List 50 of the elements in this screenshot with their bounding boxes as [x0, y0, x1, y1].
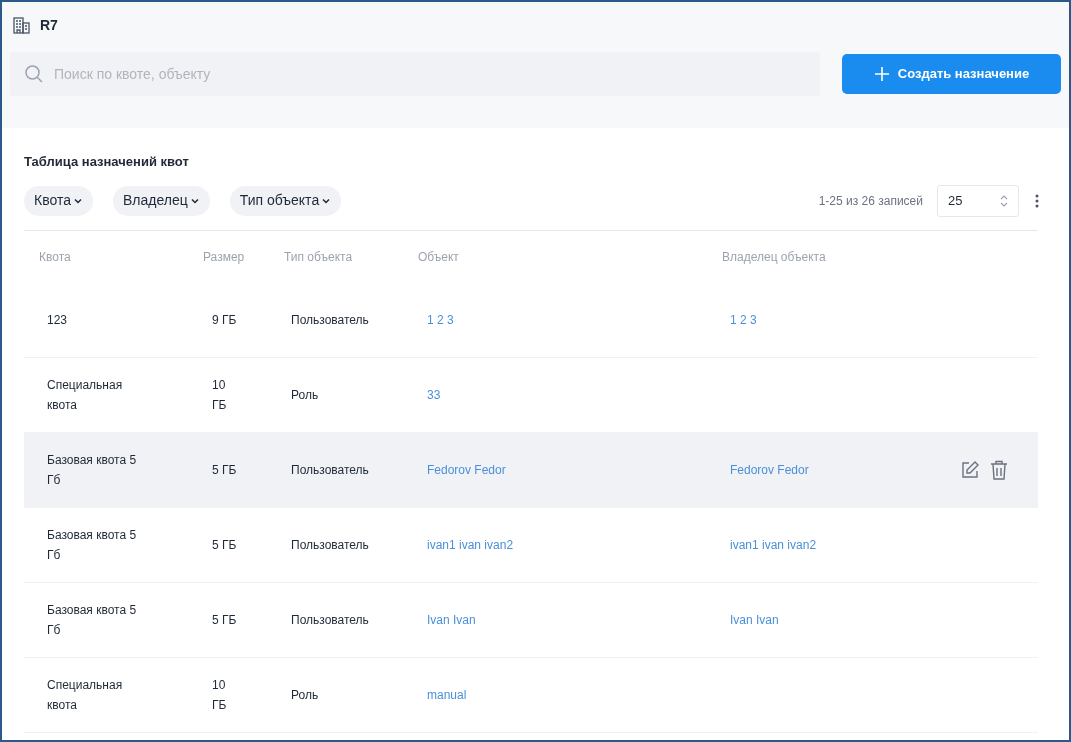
app-title: R7: [40, 15, 58, 35]
column-header: Размер: [203, 249, 245, 264]
object-link[interactable]: 1 2 3: [427, 309, 454, 330]
object-link[interactable]: 33: [427, 384, 441, 405]
search-icon: [24, 64, 44, 84]
building-icon: [12, 15, 32, 35]
stepper-icon: [1000, 194, 1008, 207]
quota-name: Базовая квота 5 Гб: [47, 526, 138, 564]
owner-link[interactable]: 1 2 3: [730, 309, 757, 330]
filter-dropdown[interactable]: Квота: [24, 185, 93, 216]
column-header: Квота: [39, 249, 71, 264]
object-link[interactable]: ivan1 ivan ivan2: [427, 534, 514, 555]
page-size-field[interactable]: 25: [937, 184, 1019, 217]
records-summary: 1-25 из 26 записей: [818, 192, 923, 210]
filter-dropdown[interactable]: Тип объекта: [229, 185, 342, 216]
quota-size: 5 ГБ: [212, 536, 237, 554]
quota-name: Базовая квота 5 Гб: [47, 601, 138, 639]
quota-name: Базовая квота 5 Гб: [47, 451, 138, 489]
object-type: Пользователь: [291, 461, 369, 479]
object-link[interactable]: manual: [427, 684, 467, 705]
object-type: Роль: [291, 386, 319, 404]
column-header: Объект: [418, 249, 459, 264]
column-header: Владелец объекта: [722, 249, 826, 264]
quota-size: 5 ГБ: [212, 461, 237, 479]
quota-name: Специальная квота: [47, 376, 124, 414]
filter-dropdown[interactable]: Владелец: [112, 185, 210, 216]
object-link[interactable]: Ivan Ivan: [427, 609, 476, 630]
table-title: Таблица назначений квот: [24, 153, 190, 171]
owner-link[interactable]: ivan1 ivan ivan2: [730, 534, 817, 555]
quota-name: Специальная квота: [47, 676, 124, 714]
quota-size: 10 ГБ: [212, 376, 228, 414]
quota-size: 5 ГБ: [212, 611, 237, 629]
more-options-icon[interactable]: [1035, 193, 1039, 208]
quota-size: 10 ГБ: [212, 676, 228, 714]
object-link[interactable]: Fedorov Fedor: [427, 459, 506, 480]
owner-link[interactable]: Fedorov Fedor: [730, 459, 809, 480]
object-type: Пользователь: [291, 536, 369, 554]
quota-size: 9 ГБ: [212, 311, 237, 329]
owner-link[interactable]: Ivan Ivan: [730, 609, 779, 630]
quota-name: 123: [47, 311, 68, 329]
plus-icon: [873, 66, 890, 82]
object-type: Пользователь: [291, 311, 369, 329]
column-header: Тип объекта: [284, 249, 353, 264]
object-type: Роль: [291, 686, 319, 704]
table-row[interactable]: Базовая квота 5 Гб 5 ГБ Пользователь Fedorov Fedor Fedorov Fedor: [24, 432, 1038, 508]
search-field[interactable]: Поиск по квоте, объекту: [10, 52, 820, 96]
object-type: Пользователь: [291, 611, 369, 629]
edit-icon[interactable]: [960, 459, 980, 480]
delete-icon[interactable]: [990, 459, 1008, 480]
create-assignment-button[interactable]: Создать назначение: [842, 54, 1061, 94]
